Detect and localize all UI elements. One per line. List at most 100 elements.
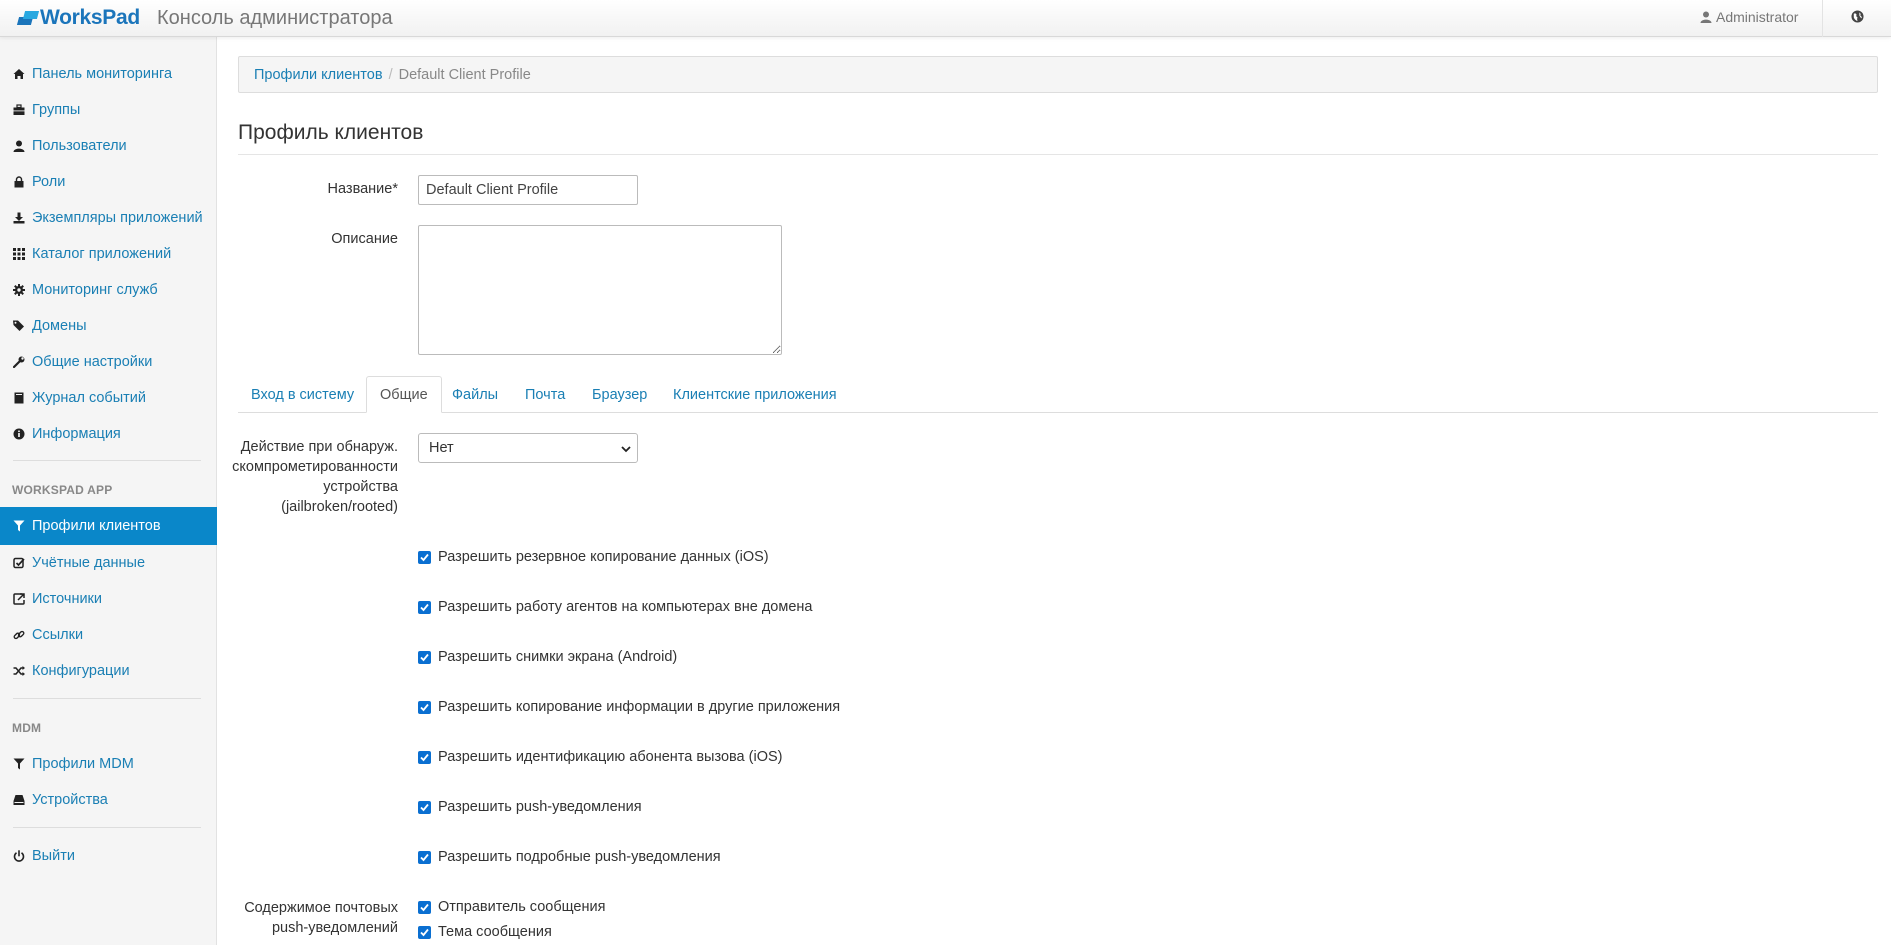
- sidebar-item-service-monitoring[interactable]: Мониторинг служб: [0, 272, 217, 308]
- sidebar-item-label: Информация: [32, 426, 121, 442]
- sidebar-item-label: Пользователи: [32, 138, 127, 154]
- check-square-icon: [13, 557, 25, 569]
- checkbox-row-sender[interactable]: Отправитель сообщения: [418, 899, 605, 915]
- sidebar-item-roles[interactable]: Роли: [0, 164, 217, 200]
- sidebar-item-sources[interactable]: Источники: [0, 581, 217, 617]
- filter-icon: [13, 520, 25, 532]
- sidebar-section-workspad: WORKSPAD APP: [12, 483, 113, 497]
- jailbreak-action-select[interactable]: Нет: [418, 433, 638, 463]
- language-button[interactable]: [1851, 10, 1864, 27]
- sidebar-item-label: Профили клиентов: [32, 518, 161, 534]
- checkbox-row-caller-id[interactable]: Разрешить идентификацию абонента вызова …: [418, 749, 782, 765]
- sidebar-item-domains[interactable]: Домены: [0, 308, 217, 344]
- checkbox-row-push[interactable]: Разрешить push-уведомления: [418, 799, 642, 815]
- app-title: Консоль администратора: [157, 7, 393, 29]
- sidebar-item-client-profiles[interactable]: Профили клиентов: [0, 507, 217, 545]
- sidebar-item-label: Журнал событий: [32, 390, 146, 406]
- tab-files[interactable]: Файлы: [439, 376, 511, 413]
- sidebar-item-logout[interactable]: Выйти: [0, 838, 217, 874]
- page-title: Профиль клиентов: [238, 121, 424, 144]
- checkbox-checked-icon[interactable]: [418, 800, 431, 814]
- checkbox-row-detailed-push[interactable]: Разрешить подробные push-уведомления: [418, 849, 721, 865]
- sidebar-item-label: Источники: [32, 591, 103, 607]
- sidebar-divider: [13, 460, 201, 461]
- checkbox-row-backup[interactable]: Разрешить резервное копирование данных (…: [418, 549, 769, 565]
- sidebar-item-app-catalog[interactable]: Каталог приложений: [0, 236, 217, 272]
- description-label: Описание: [331, 231, 398, 247]
- sidebar-item-label: Профили MDM: [32, 756, 134, 772]
- filter-icon: [13, 758, 25, 770]
- tab-login[interactable]: Вход в систему: [238, 376, 367, 413]
- sidebar-item-label: Мониторинг служб: [32, 282, 158, 298]
- label-line: Действие при обнаруж.: [240, 439, 398, 455]
- title-divider: [238, 154, 1878, 155]
- sidebar-item-devices[interactable]: Устройства: [0, 782, 217, 818]
- checkbox-row-subject[interactable]: Тема сообщения: [418, 924, 552, 940]
- tab-general[interactable]: Общие: [366, 376, 442, 413]
- checkbox-label: Тема сообщения: [438, 924, 552, 940]
- sidebar-item-users[interactable]: Пользователи: [0, 128, 217, 164]
- download-icon: [13, 212, 25, 224]
- sidebar-item-information[interactable]: Информация: [0, 416, 217, 452]
- sidebar-item-general-settings[interactable]: Общие настройки: [0, 344, 217, 380]
- name-field[interactable]: [418, 175, 638, 205]
- mail-push-content-label: Содержимое почтовых push-уведомлений: [244, 898, 398, 938]
- user-icon: [13, 140, 25, 152]
- sidebar-item-credentials[interactable]: Учётные данные: [0, 545, 217, 581]
- checkbox-checked-icon[interactable]: [418, 750, 431, 764]
- sidebar-item-mdm-profiles[interactable]: Профили MDM: [0, 746, 217, 782]
- checkbox-label: Разрешить push-уведомления: [438, 799, 642, 815]
- label-line: Содержимое почтовых: [244, 900, 398, 916]
- sidebar-item-label: Группы: [32, 102, 81, 118]
- label-line: устройства: [323, 479, 398, 495]
- select-value: Нет: [429, 440, 454, 456]
- sidebar-item-label: Панель мониторинга: [32, 66, 173, 82]
- checkbox-row-agents[interactable]: Разрешить работу агентов на компьютерах …: [418, 599, 812, 615]
- tab-client-apps[interactable]: Клиентские приложения: [660, 376, 850, 413]
- label-line: (jailbroken/rooted): [281, 499, 398, 515]
- sidebar-item-label: Учётные данные: [32, 555, 146, 571]
- description-field[interactable]: [418, 225, 782, 355]
- name-label: Название*: [327, 181, 398, 197]
- sidebar-item-groups[interactable]: Группы: [0, 92, 217, 128]
- sidebar-item-configurations[interactable]: Конфигурации: [0, 653, 217, 689]
- checkbox-checked-icon[interactable]: [418, 650, 431, 664]
- sidebar-item-label: Ссылки: [32, 627, 84, 643]
- breadcrumb-separator: /: [388, 66, 393, 83]
- label-line: скомпрометированности: [232, 459, 398, 475]
- sidebar-item-links[interactable]: Ссылки: [0, 617, 217, 653]
- checkbox-checked-icon[interactable]: [418, 600, 431, 614]
- sidebar-section-mdm: MDM: [12, 721, 42, 735]
- checkbox-checked-icon[interactable]: [418, 900, 431, 914]
- sidebar-item-dashboard[interactable]: Панель мониторинга: [0, 56, 217, 92]
- navbar-divider: [1822, 0, 1823, 37]
- workspad-logo[interactable]: WorksPad: [16, 6, 140, 30]
- sidebar-item-label: Домены: [32, 318, 87, 334]
- chevron-down-icon: [621, 446, 631, 453]
- sidebar-item-label: Каталог приложений: [32, 246, 172, 262]
- tab-browser[interactable]: Браузер: [579, 376, 660, 413]
- checkbox-row-copy[interactable]: Разрешить копирование информации в други…: [418, 699, 840, 715]
- user-menu[interactable]: Administrator: [1700, 9, 1798, 25]
- top-navbar: WorksPad Консоль администратора Administ…: [0, 0, 1891, 37]
- breadcrumb: Профили клиентов / Default Client Profil…: [238, 56, 1878, 93]
- checkbox-row-screenshots[interactable]: Разрешить снимки экрана (Android): [418, 649, 677, 665]
- checkbox-checked-icon[interactable]: [418, 925, 431, 939]
- logo-mark-icon: [16, 11, 40, 25]
- checkbox-checked-icon[interactable]: [418, 700, 431, 714]
- tab-mail[interactable]: Почта: [512, 376, 578, 413]
- power-icon: [13, 850, 25, 862]
- checkbox-label: Разрешить подробные push-уведомления: [438, 849, 721, 865]
- checkbox-checked-icon[interactable]: [418, 550, 431, 564]
- sidebar-item-label: Роли: [32, 174, 66, 190]
- checkbox-checked-icon[interactable]: [418, 850, 431, 864]
- breadcrumb-link-client-profiles[interactable]: Профили клиентов: [254, 67, 383, 83]
- briefcase-icon: [13, 104, 25, 116]
- sidebar-item-event-log[interactable]: Журнал событий: [0, 380, 217, 416]
- checkbox-label: Разрешить снимки экрана (Android): [438, 649, 678, 665]
- checkbox-label: Отправитель сообщения: [438, 899, 606, 915]
- sidebar-item-label: Общие настройки: [32, 354, 153, 370]
- sidebar-item-app-instances[interactable]: Экземпляры приложений: [0, 200, 217, 236]
- sidebar-divider: [13, 827, 201, 828]
- wrench-icon: [13, 356, 25, 368]
